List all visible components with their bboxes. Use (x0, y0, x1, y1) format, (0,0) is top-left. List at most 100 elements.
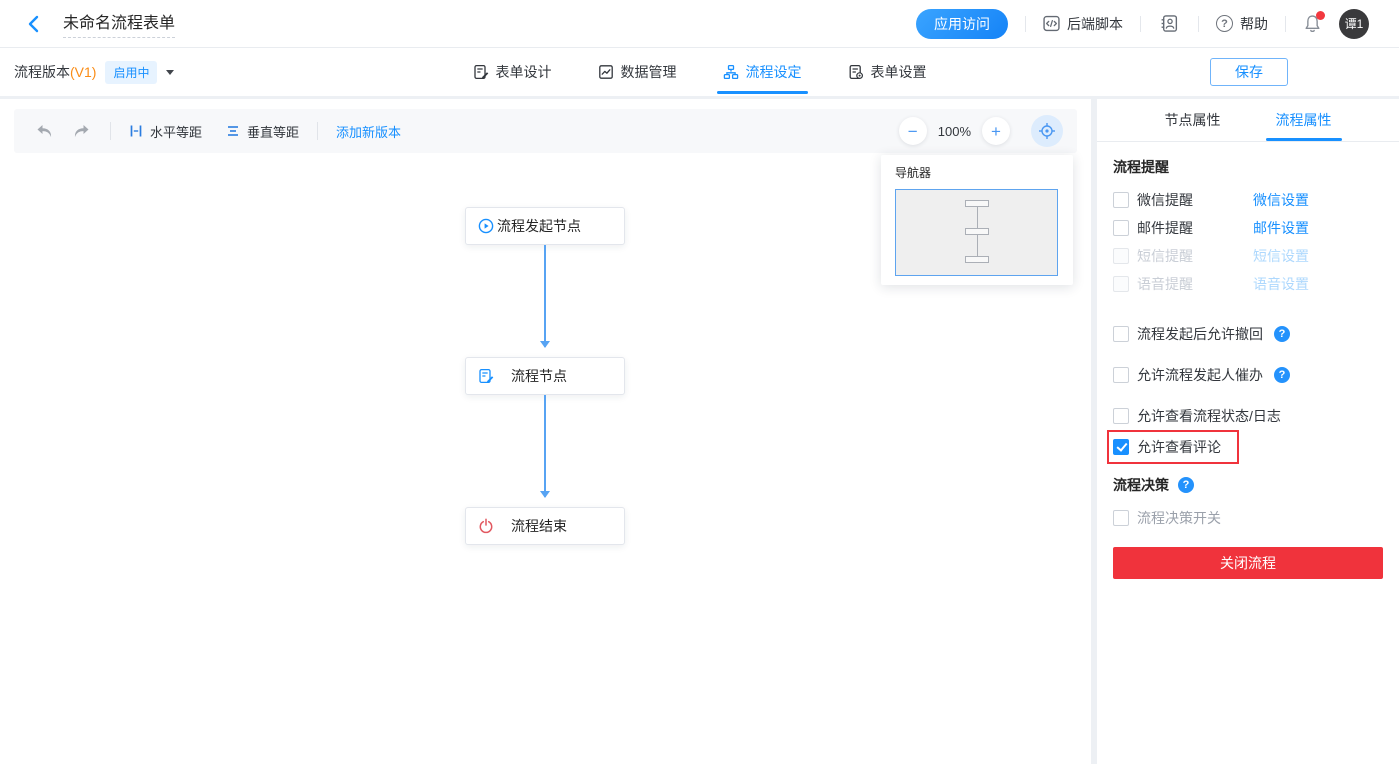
allow-withdraw-checkbox[interactable] (1113, 326, 1129, 342)
horizontal-equal-button[interactable]: 水平等距 (129, 122, 202, 141)
option-label: 流程决策开关 (1137, 510, 1221, 526)
voice-reminder-checkbox (1113, 276, 1129, 292)
question-badge-icon[interactable]: ? (1178, 477, 1194, 493)
section-flow-reminder: 流程提醒 (1113, 159, 1169, 175)
reminder-row-email: 邮件提醒 邮件设置 (1113, 218, 1383, 238)
wechat-reminder-checkbox[interactable] (1113, 192, 1129, 208)
tab-label: 流程设定 (745, 64, 802, 80)
minimap[interactable] (895, 189, 1058, 276)
question-badge-icon[interactable]: ? (1274, 367, 1290, 383)
main-area: 水平等距 垂直等距 添加新版本 − 100% + 导航器 流程发起节点 流程节点… (0, 96, 1399, 764)
undo-button[interactable] (34, 122, 56, 141)
back-chevron-icon (28, 15, 39, 33)
properties-panel: 节点属性 流程属性 流程提醒 微信提醒 微信设置 邮件提醒 邮件设置 短信提醒 … (1097, 99, 1399, 764)
undo-icon (36, 124, 54, 139)
node-label: 流程发起节点 (497, 218, 581, 234)
address-book-icon (1160, 14, 1179, 33)
flow-node-start[interactable]: 流程发起节点 (465, 207, 625, 245)
sitemap-icon (723, 64, 739, 80)
option-row-allow-withdraw: 流程发起后允许撤回 ? (1113, 324, 1383, 344)
main-tabs: 表单设计 数据管理 流程设定 表单设置 (473, 48, 927, 96)
code-icon (1043, 15, 1060, 32)
notification-badge (1316, 11, 1325, 20)
option-label: 流程发起后允许撤回 (1137, 326, 1263, 342)
flow-connector-arrow (540, 245, 550, 348)
tab-flow-setting[interactable]: 流程设定 (716, 48, 808, 96)
tab-form-design[interactable]: 表单设计 (473, 48, 552, 96)
divider (1198, 15, 1199, 32)
allow-urge-checkbox[interactable] (1113, 367, 1129, 383)
minimap-node (964, 228, 989, 235)
flow-node-task[interactable]: 流程节点 (465, 357, 625, 395)
version-number: (V1) (70, 64, 97, 80)
horizontal-equal-label: 水平等距 (150, 124, 203, 140)
tab-label: 数据管理 (620, 64, 677, 80)
version-bar: 流程版本(V1) 启用中 表单设计 数据管理 流程设定 表单设置 保存 (0, 48, 1399, 96)
version-dropdown-caret-icon[interactable] (166, 70, 175, 79)
tab-data-manage[interactable]: 数据管理 (598, 48, 677, 96)
zoom-out-button[interactable]: − (898, 117, 927, 145)
reminder-row-wechat: 微信提醒 微信设置 (1113, 190, 1383, 210)
app-header: 未命名流程表单 应用访问 后端脚本 ? 帮助 谭1 (0, 0, 1399, 48)
decision-switch-checkbox[interactable] (1113, 510, 1129, 526)
divider (317, 122, 319, 140)
save-button[interactable]: 保存 (1210, 58, 1288, 86)
sms-settings-link: 短信设置 (1253, 248, 1309, 264)
tab-form-settings[interactable]: 表单设置 (848, 48, 927, 96)
reminder-label: 邮件提醒 (1137, 220, 1193, 236)
vertical-equal-button[interactable]: 垂直等距 (226, 122, 299, 141)
page-title[interactable]: 未命名流程表单 (63, 9, 176, 38)
help-label: 帮助 (1240, 15, 1268, 32)
reminder-row-voice: 语音提醒 语音设置 (1113, 274, 1383, 294)
question-badge-icon[interactable]: ? (1274, 326, 1290, 342)
wechat-settings-link[interactable]: 微信设置 (1253, 190, 1309, 210)
reminder-label: 微信提醒 (1137, 192, 1193, 208)
tab-label: 表单设置 (870, 64, 927, 80)
reminder-label: 短信提醒 (1137, 248, 1193, 264)
option-label: 允许查看流程状态/日志 (1137, 408, 1281, 424)
avatar[interactable]: 谭1 (1339, 8, 1369, 39)
version-label: 流程版本(V1) (14, 64, 97, 80)
members-button[interactable] (1158, 12, 1181, 35)
flow-node-end[interactable]: 流程结束 (465, 507, 625, 545)
power-icon (478, 518, 494, 534)
app-access-button[interactable]: 应用访问 (916, 8, 1008, 39)
close-flow-button[interactable]: 关闭流程 (1113, 547, 1383, 579)
help-button[interactable]: ? 帮助 (1216, 14, 1268, 34)
email-reminder-checkbox[interactable] (1113, 220, 1129, 236)
section-flow-decision: 流程决策 ? (1113, 475, 1383, 495)
sms-reminder-checkbox (1113, 248, 1129, 264)
email-settings-link[interactable]: 邮件设置 (1253, 218, 1309, 238)
back-button[interactable] (28, 15, 39, 33)
status-badge: 启用中 (105, 60, 158, 84)
vertical-spacing-icon (226, 124, 240, 138)
zoom-in-button[interactable]: + (982, 117, 1010, 145)
reminder-label: 语音提醒 (1137, 276, 1193, 292)
form-design-icon (473, 64, 489, 80)
divider (1140, 15, 1141, 32)
view-status-log-checkbox[interactable] (1113, 408, 1129, 424)
voice-settings-link: 语音设置 (1253, 276, 1309, 292)
minimap-connector (976, 235, 978, 256)
horizontal-spacing-icon (129, 124, 143, 138)
tab-label: 表单设计 (495, 64, 552, 80)
redo-button[interactable] (70, 122, 92, 141)
canvas-toolbar: 水平等距 垂直等距 添加新版本 − 100% + (14, 109, 1077, 153)
crosshair-icon (1038, 122, 1056, 140)
reminder-row-sms: 短信提醒 短信设置 (1113, 246, 1383, 266)
add-new-version-button[interactable]: 添加新版本 (336, 122, 401, 141)
option-row-decision-switch: 流程决策开关 (1113, 508, 1383, 528)
backend-script-button[interactable]: 后端脚本 (1043, 14, 1123, 34)
tab-flow-properties[interactable]: 流程属性 (1248, 99, 1359, 141)
view-comments-checkbox[interactable] (1113, 439, 1129, 455)
minimap-node (964, 256, 989, 263)
notifications-button[interactable] (1303, 11, 1325, 33)
help-icon: ? (1216, 15, 1233, 32)
tab-node-properties[interactable]: 节点属性 (1137, 99, 1248, 141)
navigator-panel: 导航器 (881, 155, 1073, 285)
fit-view-button[interactable] (1031, 115, 1063, 147)
flow-canvas[interactable]: 水平等距 垂直等距 添加新版本 − 100% + 导航器 流程发起节点 流程节点… (0, 99, 1091, 764)
node-label: 流程结束 (511, 518, 567, 534)
minimap-connector (976, 207, 978, 228)
divider (1285, 15, 1286, 32)
